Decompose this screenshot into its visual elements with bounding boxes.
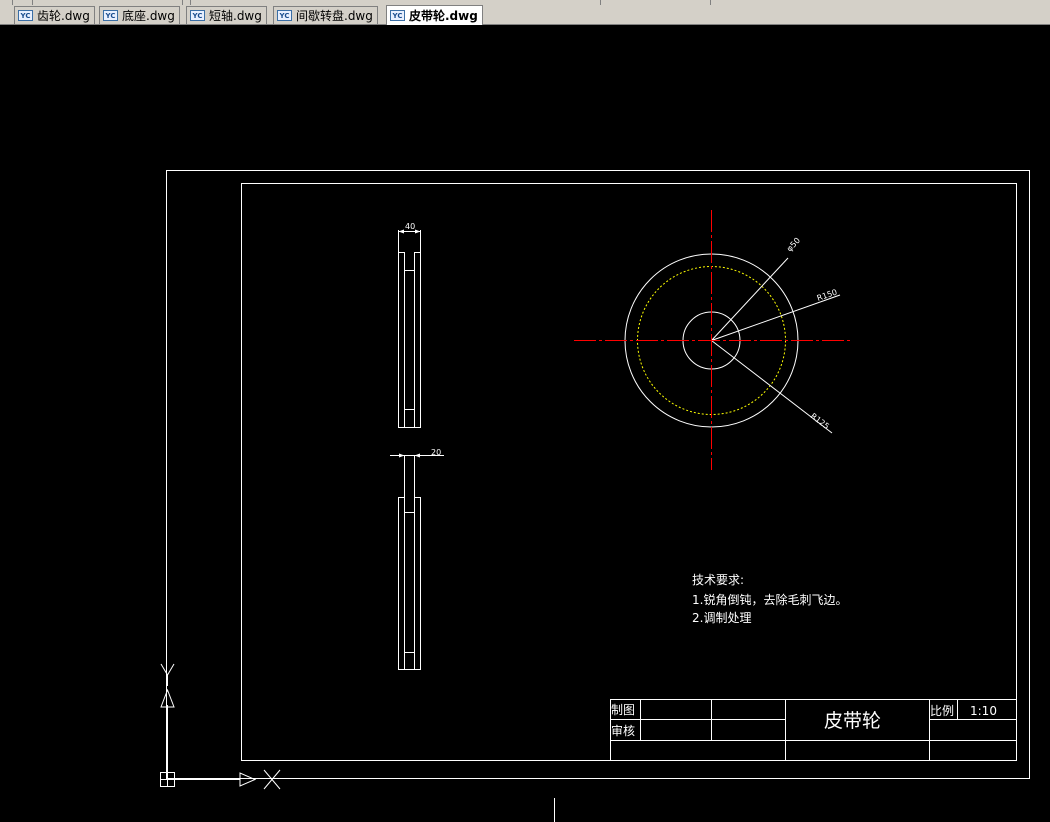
part-name: 皮带轮 [824, 710, 881, 732]
dwg-file-icon: YC [190, 10, 205, 21]
ucs-axes-icon [160, 663, 281, 790]
dim-radius-outer: R125 [809, 411, 831, 431]
tab-label: 底座.dwg [122, 9, 175, 23]
checked-by-label: 审核 [611, 723, 635, 738]
inner-border [241, 183, 1017, 761]
tab-gear[interactable]: YC 齿轮.dwg [14, 6, 95, 24]
centerlines [574, 210, 852, 470]
dwg-file-icon: YC [18, 10, 33, 21]
drawn-by-label: 制图 [611, 703, 635, 717]
drawing-canvas[interactable]: 40 20 φ50 R150 R125 技术要求: 1.锐角倒钝，去除毛刺飞边。… [0, 26, 1050, 822]
tab-label: 短轴.dwg [209, 9, 262, 23]
side-view-upper [398, 230, 421, 428]
dwg-file-icon: YC [390, 10, 405, 21]
tech-req-item1: 1.锐角倒钝，去除毛刺飞边。 [692, 592, 847, 607]
dwg-file-icon: YC [277, 10, 292, 21]
tab-base[interactable]: YC 底座.dwg [99, 6, 180, 24]
document-tab-bar: YC 齿轮.dwg YC 底座.dwg YC 短轴.dwg YC 间歇转盘.dw… [0, 5, 1050, 25]
outer-border [166, 170, 1030, 779]
title-block [610, 699, 1017, 761]
dim-arrow [399, 453, 405, 458]
scale-value: 1:10 [970, 704, 997, 718]
tab-pulley[interactable]: YC 皮带轮.dwg [386, 5, 483, 25]
dwg-file-icon: YC [103, 10, 118, 21]
tab-label: 间歇转盘.dwg [296, 9, 373, 23]
tech-req-item2: 2.调制处理 [692, 611, 751, 625]
tab-indexing-disc[interactable]: YC 间歇转盘.dwg [273, 6, 378, 24]
side-view-lower [390, 455, 444, 670]
dim-arrow [398, 229, 404, 234]
front-view [624, 253, 841, 434]
dim-dia-small: φ50 [785, 236, 802, 253]
tab-label: 齿轮.dwg [37, 9, 90, 23]
dim-width-bottom: 20 [431, 448, 441, 457]
dim-radius-pitch: R150 [816, 288, 839, 303]
dim-arrow [414, 453, 420, 458]
dim-width-top: 40 [405, 222, 415, 231]
scale-label: 比例 [930, 704, 954, 718]
tab-label: 皮带轮.dwg [409, 9, 478, 23]
tab-short-shaft[interactable]: YC 短轴.dwg [186, 6, 267, 24]
tech-req-title: 技术要求: [692, 573, 744, 587]
dim-arrow [415, 229, 421, 234]
